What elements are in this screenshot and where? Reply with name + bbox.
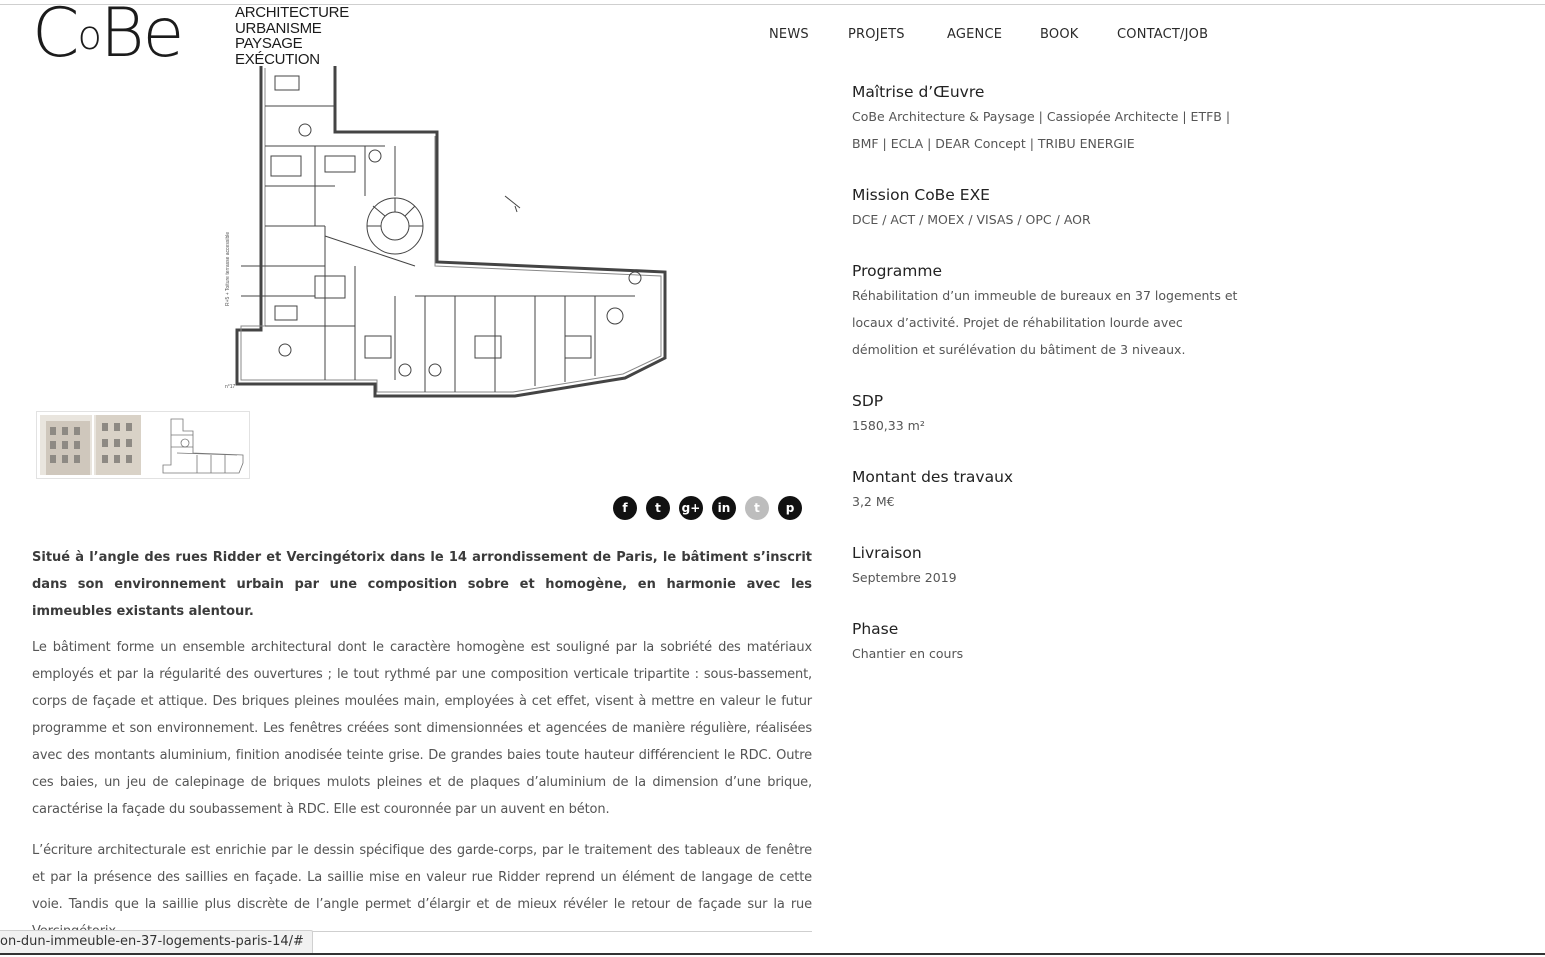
info-line: locaux d’activité. Projet de réhabilitat… xyxy=(852,315,1183,330)
logo-line: EXÉCUTION xyxy=(235,50,320,68)
floor-plan-thumbnail xyxy=(162,418,244,474)
info-line: 1580,33 m² xyxy=(852,418,925,433)
facebook-icon[interactable]: f xyxy=(613,496,637,520)
pinterest-icon[interactable]: p xyxy=(778,496,802,520)
nav-projets[interactable]: PROJETS xyxy=(848,27,928,42)
bottom-rule xyxy=(0,953,1545,955)
info-value: Septembre 2019 xyxy=(852,564,1252,591)
floor-plan-image[interactable]: R+5 + Toiture terrasse accessible n°17 xyxy=(215,66,675,400)
nav-book[interactable]: BOOK xyxy=(1040,27,1100,42)
info-line: Septembre 2019 xyxy=(852,570,957,585)
info-title: Maîtrise d’Œuvre xyxy=(852,83,985,101)
info-mission: Mission CoBe EXE DCE / ACT / MOEX / VISA… xyxy=(852,185,1252,233)
logo-line: ARCHITECTURE xyxy=(235,4,349,21)
info-value: Chantier en cours xyxy=(852,640,1252,667)
info-title: SDP xyxy=(852,392,884,410)
info-line: 3,2 M€ xyxy=(852,494,895,509)
logo-mark: CoBe xyxy=(32,0,184,73)
info-value: DCE / ACT / MOEX / VISAS / OPC / AOR xyxy=(852,206,1252,233)
logo-tagline: ARCHITECTURE URBANISME PAYSAGE EXÉCUTION xyxy=(235,5,349,67)
info-value: 3,2 M€ xyxy=(852,488,1252,515)
twitter-icon[interactable]: t xyxy=(646,496,670,520)
info-livraison: Livraison Septembre 2019 xyxy=(852,543,1252,591)
info-line: BMF | ECLA | DEAR Concept | TRIBU ENERGI… xyxy=(852,136,1135,151)
nav-contact-job[interactable]: CONTACT/JOB xyxy=(1117,27,1237,42)
info-line: Chantier en cours xyxy=(852,646,964,661)
info-value: 1580,33 m² xyxy=(852,412,1252,439)
info-value: CoBe Architecture & Paysage | Cassiopée … xyxy=(852,103,1252,157)
info-title: Montant des travaux xyxy=(852,468,1014,486)
browser-status-url: on-dun-immeuble-en-37-logements-paris-14… xyxy=(0,930,313,953)
logo-line: URBANISME xyxy=(235,19,322,37)
info-title: Livraison xyxy=(852,544,922,562)
info-line: DCE / ACT / MOEX / VISAS / OPC / AOR xyxy=(852,212,1091,227)
project-lead: Situé à l’angle des rues Ridder et Verci… xyxy=(32,550,812,619)
info-line: démolition et surélévation du bâtiment d… xyxy=(852,342,1186,357)
google-plus-icon[interactable]: g+ xyxy=(679,496,703,520)
floor-plan-drawing: R+5 + Toiture terrasse accessible n°17 xyxy=(225,66,667,398)
linkedin-icon[interactable]: in xyxy=(712,496,736,520)
plan-corner-label: n°17 xyxy=(225,384,236,390)
project-paragraph: Le bâtiment forme un ensemble architectu… xyxy=(32,640,812,817)
info-line: Réhabilitation d’un immeuble de bureaux … xyxy=(852,288,1238,303)
info-title: Phase xyxy=(852,620,899,638)
info-value: Réhabilitation d’un immeuble de bureaux … xyxy=(852,282,1252,363)
thumbnail-facade[interactable] xyxy=(40,415,141,475)
info-montant: Montant des travaux 3,2 M€ xyxy=(852,467,1252,515)
info-maitrise-oeuvre: Maîtrise d’Œuvre CoBe Architecture & Pay… xyxy=(852,82,1252,157)
plan-side-label: R+5 + Toiture terrasse accessible xyxy=(225,232,231,306)
gallery-thumbnails xyxy=(36,411,250,479)
info-phase: Phase Chantier en cours xyxy=(852,619,1252,667)
thumbnail-floor-plan[interactable] xyxy=(147,415,247,475)
social-share-bar: f t g+ in t p xyxy=(613,496,811,520)
info-sdp: SDP 1580,33 m² xyxy=(852,391,1252,439)
info-line: CoBe Architecture & Paysage | Cassiopée … xyxy=(852,109,1231,124)
info-title: Programme xyxy=(852,262,943,280)
info-title: Mission CoBe EXE xyxy=(852,186,990,204)
site-logo[interactable]: CoBe ARCHITECTURE URBANISME PAYSAGE EXÉC… xyxy=(32,0,352,73)
project-paragraph: L’écriture architecturale est enrichie p… xyxy=(32,843,812,939)
tumblr-icon[interactable]: t xyxy=(745,496,769,520)
nav-news[interactable]: NEWS xyxy=(769,27,849,42)
logo-line: PAYSAGE xyxy=(235,35,303,52)
facade-photo xyxy=(40,415,141,475)
nav-agence[interactable]: AGENCE xyxy=(947,27,1027,42)
info-programme: Programme Réhabilitation d’un immeuble d… xyxy=(852,261,1252,363)
